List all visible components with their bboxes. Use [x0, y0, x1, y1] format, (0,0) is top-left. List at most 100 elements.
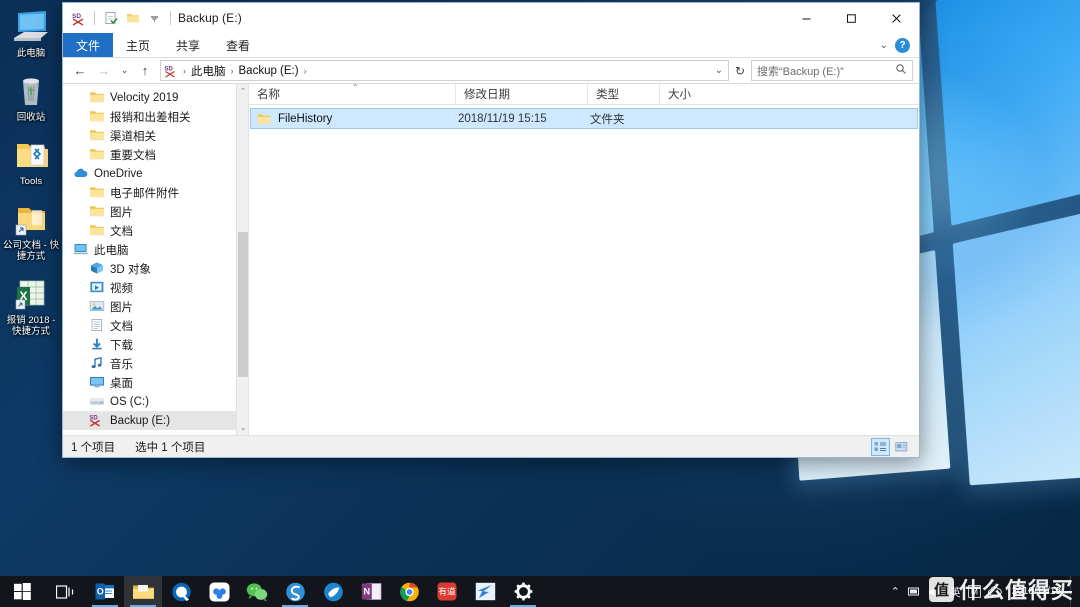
ribbon-right-controls[interactable]: ⌄ ? [880, 33, 919, 57]
details-view-button[interactable] [871, 437, 890, 456]
taskbar-app-group[interactable]: O N 有道 [86, 576, 542, 607]
refresh-button[interactable]: ↻ [731, 64, 749, 78]
desktop-icon-label: 公司文档 - 快捷方式 [3, 240, 59, 262]
sidebar-item[interactable]: SD Backup (E:) [63, 411, 248, 430]
sidebar-item-label: Backup (E:) [110, 414, 171, 427]
large-icons-view-button[interactable] [892, 438, 911, 456]
address-bar[interactable]: ← → ⌄ ↑ SD › 此电脑 › Backup (E:) › ⌄ ↻ 搜索“… [63, 58, 919, 84]
column-headers[interactable]: 名称 ⌃ 修改日期 类型 大小 [249, 83, 919, 105]
back-button[interactable]: ← [69, 60, 91, 82]
new-folder-icon[interactable] [123, 9, 142, 28]
network-tray-icon[interactable] [906, 576, 924, 607]
window-title: Backup (E:) [178, 11, 242, 25]
column-header-size[interactable]: 大小 [660, 84, 919, 104]
onedrive-tray-icon[interactable] [985, 576, 1005, 607]
chrome-taskbar-icon[interactable] [390, 576, 428, 607]
desktop-icon-tools[interactable]: Tools [0, 136, 62, 187]
sidebar-item[interactable]: OneDrive [63, 164, 248, 183]
outlook-taskbar-icon[interactable]: O [86, 576, 124, 607]
window-titlebar[interactable]: SD Backup (E:) [63, 3, 919, 33]
up-button[interactable]: ↑ [134, 60, 156, 82]
youdao-taskbar-icon[interactable]: 有道 [428, 576, 466, 607]
search-input[interactable]: 搜索“Backup (E:)” [751, 60, 913, 81]
ime-shape-icon[interactable]: M [966, 576, 983, 607]
help-icon[interactable]: ? [895, 37, 910, 53]
properties-icon[interactable] [101, 9, 120, 28]
sidebar-item[interactable]: 渠道相关 [63, 126, 248, 145]
search-icon[interactable] [895, 63, 907, 78]
qq-browser-taskbar-icon[interactable] [162, 576, 200, 607]
start-button[interactable] [0, 576, 44, 607]
sidebar-item[interactable]: 图片 [63, 202, 248, 221]
view-buttons[interactable] [871, 437, 911, 456]
file-explorer-taskbar-icon[interactable] [124, 576, 162, 607]
file-explorer-window[interactable]: SD Backup (E:) 文件 主页 共享 查看 ⌄ ? ← → ⌄ ↑ S… [62, 2, 920, 458]
quick-access-toolbar[interactable]: SD [63, 3, 174, 33]
address-dropdown-icon[interactable]: ⌄ [715, 65, 723, 76]
status-item-count: 1 个项目 [71, 441, 116, 454]
sidebar-item[interactable]: 此电脑 [63, 240, 248, 259]
breadcrumb-backup-drive[interactable]: Backup (E:) [237, 65, 301, 77]
sogou-taskbar-icon[interactable] [276, 576, 314, 607]
sidebar-item[interactable]: OS (C:) [63, 392, 248, 411]
settings-taskbar-icon[interactable] [504, 576, 542, 607]
ime-mode-icon[interactable]: 英 [947, 576, 964, 607]
sidebar-item[interactable]: 音乐 [63, 354, 248, 373]
baidu-netdisk-taskbar-icon[interactable] [200, 576, 238, 607]
clock[interactable]: 2018/11/19 [1007, 576, 1068, 607]
sidebar-item[interactable]: 视频 [63, 278, 248, 297]
sidebar-item[interactable]: 桌面 [63, 373, 248, 392]
sidebar-item[interactable]: 报销和出差相关 [63, 107, 248, 126]
sidebar-item[interactable]: 重要文档 [63, 145, 248, 164]
system-tray[interactable]: ⌃ 英 M 2018/11/19 [887, 576, 1080, 607]
column-header-name[interactable]: 名称 ⌃ [249, 83, 456, 104]
onenote-taskbar-icon[interactable]: N [352, 576, 390, 607]
close-button[interactable] [874, 3, 919, 33]
navigation-pane[interactable]: Velocity 2019 报销和出差相关 渠道相关 重要文档 OneDrive 电子邮件… [63, 84, 249, 435]
taskbar[interactable]: O N 有道 ⌃ 英 M 2018/11/19 [0, 576, 1080, 607]
desktop-icon-this-pc[interactable]: 此电脑 [0, 8, 62, 59]
drive-icon[interactable]: SD [69, 9, 88, 28]
chevron-down-icon[interactable] [145, 9, 164, 28]
minimize-button[interactable] [784, 3, 829, 33]
sidebar-item[interactable]: 文档 [63, 316, 248, 335]
tab-file[interactable]: 文件 [63, 33, 114, 57]
show-desktop-button[interactable] [1070, 576, 1076, 607]
desktop-icon-expense-2018[interactable]: X 报销 2018 - 快捷方式 [0, 275, 62, 337]
sidebar-item[interactable]: 下载 [63, 335, 248, 354]
navigation-scrollbar[interactable]: ⌃ ⌄ [236, 84, 248, 435]
desktop-icon-recycle-bin[interactable]: 回收站 [0, 72, 62, 123]
browser-taskbar-icon[interactable] [314, 576, 352, 607]
tab-view[interactable]: 查看 [213, 33, 263, 57]
ribbon-tabs[interactable]: 文件 主页 共享 查看 ⌄ ? [63, 33, 919, 58]
window-controls[interactable] [784, 3, 919, 33]
column-header-type[interactable]: 类型 [588, 84, 660, 104]
sidebar-item[interactable]: 3D 对象 [63, 259, 248, 278]
breadcrumb[interactable]: SD › 此电脑 › Backup (E:) › ⌄ [160, 60, 729, 81]
tab-share[interactable]: 共享 [163, 33, 213, 57]
column-header-date[interactable]: 修改日期 [456, 84, 588, 104]
tab-home[interactable]: 主页 [113, 33, 163, 57]
tray-overflow-icon[interactable]: ⌃ [887, 576, 904, 607]
scrollbar-thumb[interactable] [238, 232, 248, 377]
chevron-down-icon[interactable]: ⌄ [880, 40, 888, 51]
table-row[interactable]: FileHistory 2018/11/19 15:15 文件夹 [250, 108, 918, 129]
scroll-up-icon[interactable]: ⌃ [237, 84, 248, 98]
desktop[interactable]: 此电脑 回收站 Tools 公司文档 - 快捷方式 X 报销 2018 - 快捷… [0, 0, 1080, 607]
file-list-pane[interactable]: 名称 ⌃ 修改日期 类型 大小 FileHistory 2018/11/19 15… [249, 83, 919, 435]
wps-taskbar-icon[interactable] [466, 576, 504, 607]
sidebar-item[interactable]: Velocity 2019 [63, 88, 248, 107]
task-view-button[interactable] [44, 576, 86, 607]
maximize-button[interactable] [829, 3, 874, 33]
recent-locations-icon[interactable]: ⌄ [117, 60, 132, 82]
volume-muted-tray-icon[interactable] [926, 576, 945, 607]
navigation-list[interactable]: Velocity 2019 报销和出差相关 渠道相关 重要文档 OneDrive 电子邮件… [63, 88, 248, 430]
scroll-down-icon[interactable]: ⌄ [237, 421, 248, 435]
wechat-taskbar-icon[interactable] [238, 576, 276, 607]
sidebar-item[interactable]: 图片 [63, 297, 248, 316]
sidebar-item[interactable]: 电子邮件附件 [63, 183, 248, 202]
sidebar-item[interactable]: 文档 [63, 221, 248, 240]
desktop-icon-company-docs[interactable]: 公司文档 - 快捷方式 [0, 200, 62, 262]
breadcrumb-this-pc[interactable]: 此电脑 [189, 63, 228, 79]
file-rows[interactable]: FileHistory 2018/11/19 15:15 文件夹 [249, 105, 919, 435]
